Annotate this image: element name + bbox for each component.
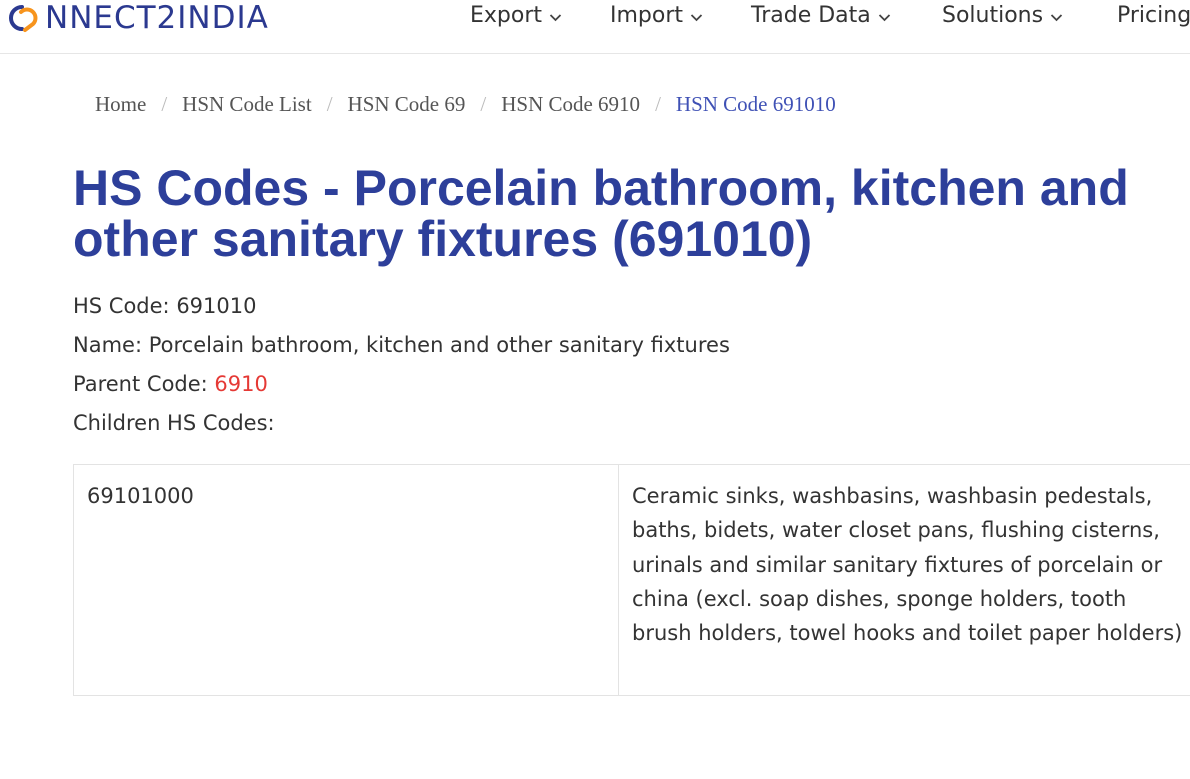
nav-solutions[interactable]: Solutions	[942, 2, 1063, 30]
page-title: HS Codes - Porcelain bathroom, kitchen a…	[73, 160, 1129, 267]
children-hs-codes-table: 69101000 Ceramic sinks, washbasins, wash…	[73, 464, 1190, 696]
breadcrumb: Home / HSN Code List / HSN Code 69 / HSN…	[95, 90, 836, 118]
breadcrumb-separator: /	[480, 91, 487, 116]
breadcrumb-separator: /	[655, 91, 661, 116]
nav-export-label: Export	[470, 3, 543, 28]
chevron-down-icon	[878, 2, 891, 30]
logo-text: NNECT2INDIA	[45, 0, 269, 36]
nav-export[interactable]: Export	[470, 2, 562, 30]
name-label: Name:	[73, 333, 149, 357]
nav-pricing[interactable]: Pricing	[1117, 2, 1190, 30]
breadcrumb-home[interactable]: Home	[95, 92, 146, 117]
parent-code-link[interactable]: 6910	[214, 372, 267, 396]
nav-pricing-label: Pricing	[1117, 3, 1190, 28]
parent-code-line: Parent Code: 6910	[73, 370, 268, 398]
hs-code-label: HS Code:	[73, 294, 177, 318]
nav-trade-data-label: Trade Data	[751, 3, 871, 28]
chevron-down-icon	[690, 2, 703, 30]
breadcrumb-hsn-code-6910[interactable]: HSN Code 6910	[501, 92, 640, 117]
chevron-down-icon	[549, 2, 562, 30]
hs-code-value: 691010	[176, 294, 257, 318]
site-logo[interactable]: NNECT2INDIA	[4, 0, 269, 36]
breadcrumb-separator: /	[161, 91, 168, 116]
nav-import-label: Import	[610, 3, 684, 28]
hs-code-line: HS Code: 691010	[73, 292, 256, 320]
nav-trade-data[interactable]: Trade Data	[751, 2, 891, 30]
breadcrumb-current: HSN Code 691010	[675, 91, 836, 116]
name-value: Porcelain bathroom, kitchen and other sa…	[148, 333, 730, 357]
nav-solutions-label: Solutions	[942, 3, 1044, 28]
breadcrumb-hsn-code-69[interactable]: HSN Code 69	[348, 92, 466, 117]
table-row: 69101000 Ceramic sinks, washbasins, wash…	[73, 464, 1190, 696]
logo-rings-icon	[9, 5, 38, 32]
breadcrumb-hsn-code-list[interactable]: HSN Code List	[182, 92, 312, 117]
chevron-down-icon	[1050, 2, 1063, 30]
parent-code-label: Parent Code:	[73, 372, 215, 396]
nav-import[interactable]: Import	[610, 2, 703, 30]
name-line: Name: Porcelain bathroom, kitchen and ot…	[73, 331, 730, 359]
site-header: NNECT2INDIA Export Import Trade Data Sol…	[0, 0, 1190, 54]
breadcrumb-separator: /	[326, 91, 333, 116]
child-hs-description: Ceramic sinks, washbasins, washbasin ped…	[618, 464, 1190, 696]
child-hs-code: 69101000	[73, 464, 619, 696]
children-codes-heading: Children HS Codes:	[73, 411, 275, 435]
